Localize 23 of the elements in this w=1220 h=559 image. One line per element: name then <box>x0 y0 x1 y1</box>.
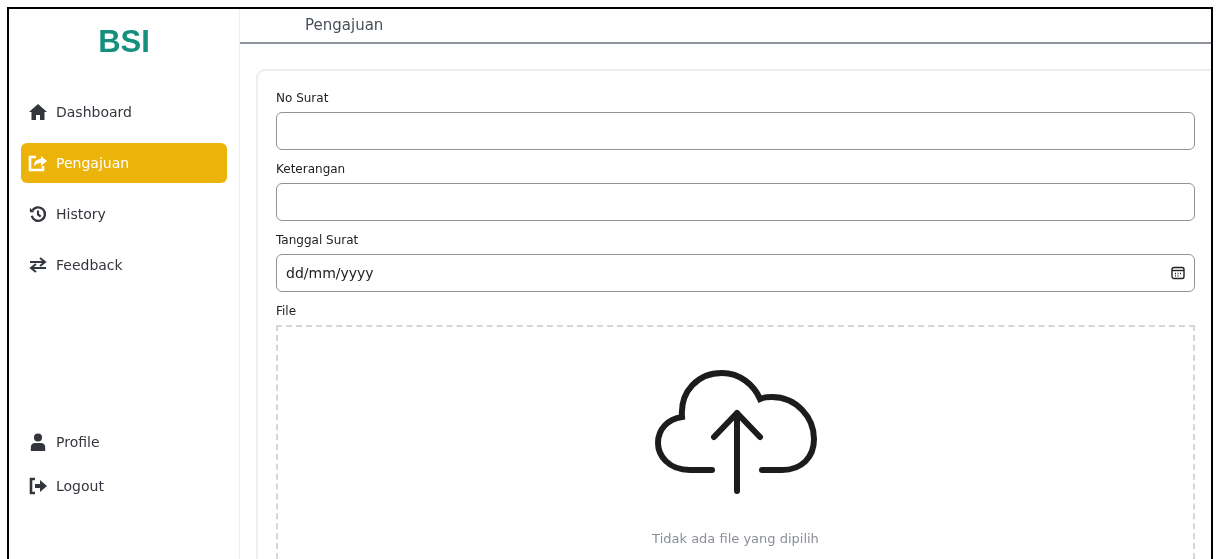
user-icon <box>28 433 48 451</box>
logout-icon <box>28 477 48 495</box>
field-label: Keterangan <box>276 162 347 176</box>
date-field[interactable]: dd/mm/yyyy <box>276 254 1195 292</box>
logo-text: BSI <box>97 24 151 60</box>
field-label: No Surat <box>276 91 330 105</box>
cloud-upload-icon <box>653 367 818 495</box>
input-field[interactable] <box>276 183 1195 221</box>
input-field[interactable] <box>276 112 1195 150</box>
sidebar-item[interactable]: Profile <box>21 422 227 462</box>
share-icon <box>28 154 48 172</box>
field-label: File <box>276 304 298 318</box>
sidebar-item[interactable]: History <box>21 194 227 234</box>
page-title: Pengajuan <box>305 16 384 34</box>
home-icon <box>28 103 48 121</box>
arrows-icon <box>28 256 48 274</box>
file-status-text: Tidak ada file yang dipilih <box>652 531 819 546</box>
calendar-icon <box>1171 266 1185 280</box>
field-label: Tanggal Surat <box>276 233 360 247</box>
sidebar-item[interactable]: Logout <box>21 466 227 506</box>
sidebar-item[interactable]: Feedback <box>21 245 227 285</box>
history-icon <box>28 205 48 223</box>
sidebar-item[interactable]: Dashboard <box>21 92 227 132</box>
